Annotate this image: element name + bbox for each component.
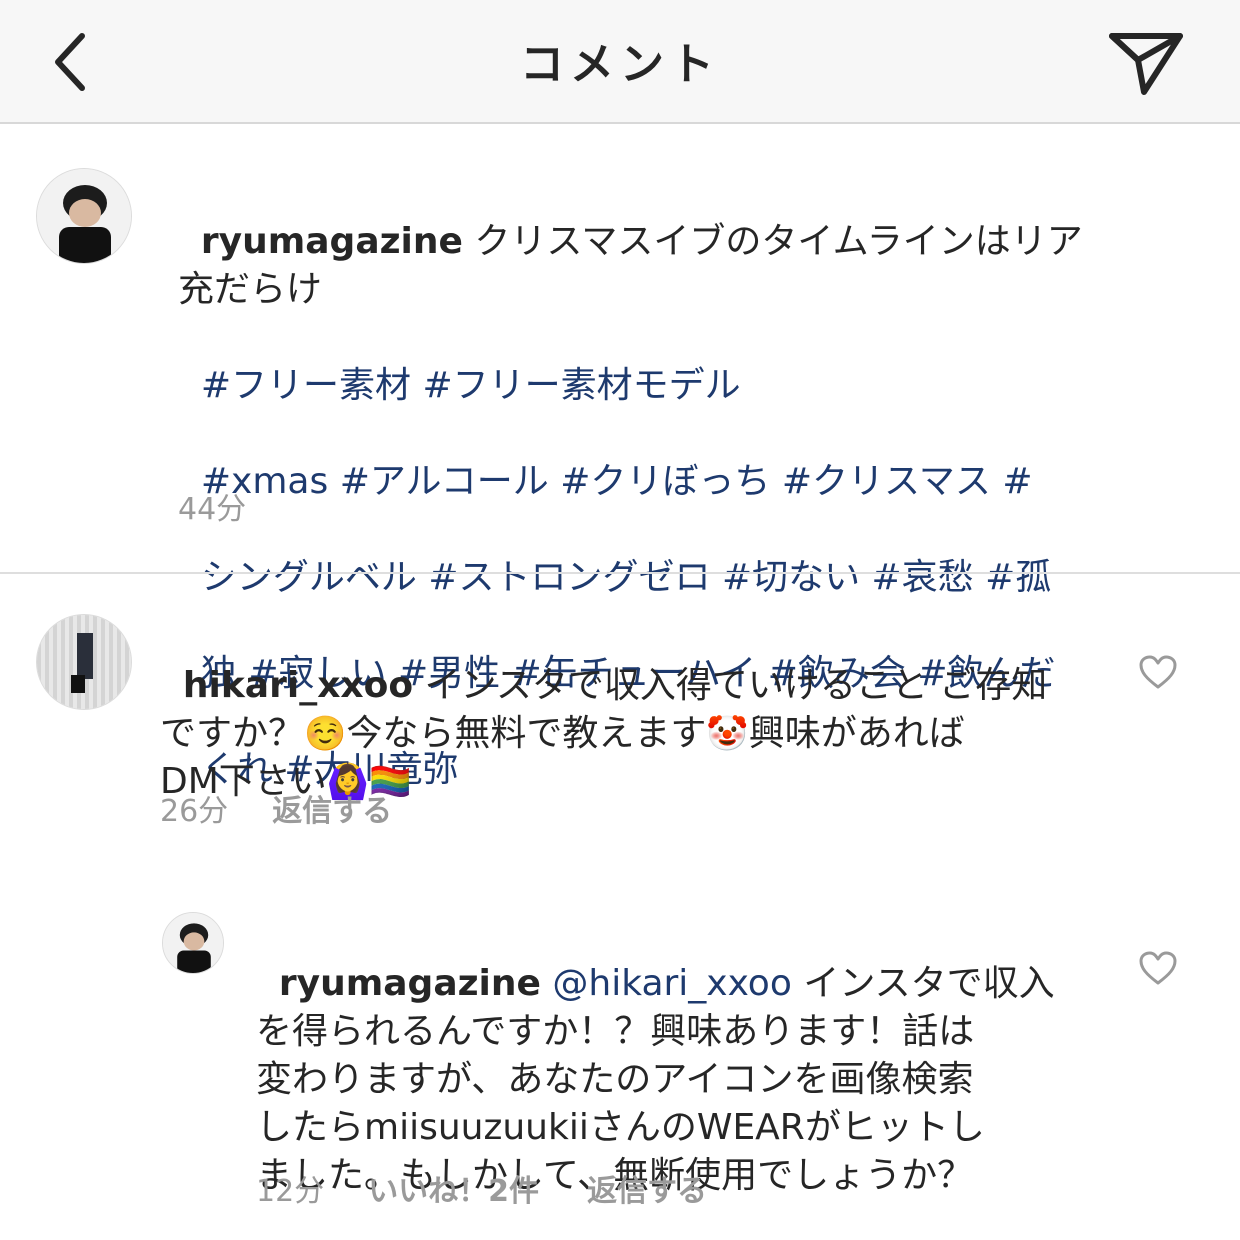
mention-link[interactable]: @hikari_xxoo — [552, 963, 791, 1004]
smiling-face-emoji: ☺️ — [304, 714, 347, 754]
reply-meta: 12分 いいね！2件 返信する — [256, 1166, 707, 1210]
caption-username[interactable]: ryumagazine — [201, 221, 463, 262]
avatar-image — [37, 615, 131, 709]
reply-body: 変わりますが、あなたのアイコンを画像検索 — [256, 1059, 974, 1100]
comment-body: ですか？ — [160, 713, 305, 754]
reply-body: インスタで収入 — [803, 963, 1055, 1004]
comment-username[interactable]: hikari_xxoo — [183, 665, 413, 706]
like-button[interactable] — [1138, 654, 1178, 690]
comment-body: 興味があれば — [748, 713, 965, 754]
comment-text: hikari_xxoo インスタで収入得ていけること ご存知ですか？☺️今なら無… — [160, 614, 1100, 806]
likes-count-link[interactable]: いいね！2件 — [368, 1174, 539, 1209]
heart-icon — [1139, 951, 1177, 985]
paper-plane-icon — [1109, 33, 1183, 95]
comment-time: 26分 — [160, 794, 229, 829]
reply-text: ryumagazine @hikari_xxoo インスタで収入を得られるんです… — [256, 912, 1096, 1200]
caption-meta: 44分 — [178, 484, 246, 528]
reply-button[interactable]: 返信する — [272, 794, 392, 829]
avatar-image — [37, 169, 131, 263]
clown-face-emoji: 🤡 — [706, 714, 749, 754]
caption-time: 44分 — [178, 492, 247, 527]
page-title: コメント — [520, 39, 720, 90]
avatar[interactable] — [36, 168, 132, 264]
top-bar: コメント — [0, 0, 1240, 124]
reply-button[interactable]: 返信する — [587, 1174, 707, 1209]
comment-meta: 26分 返信する — [160, 786, 392, 830]
comment-body: インスタで収入得ていけること ご存知 — [424, 665, 1048, 706]
share-button[interactable] — [1100, 22, 1190, 102]
caption-hashtags-3[interactable]: シングルベル #ストロングゼロ #切ない #哀愁 #孤 — [201, 557, 1051, 598]
caption-hashtags-2[interactable]: #xmas #アルコール #クリぼっち #クリスマス # — [201, 461, 1033, 502]
reply-time: 12分 — [256, 1174, 325, 1209]
divider — [0, 572, 1240, 574]
reply-body: したらmiisuuzuukiiさんのWEARがヒットし — [256, 1107, 985, 1148]
avatar[interactable] — [36, 614, 132, 710]
reply-body: を得られるんですか！？興味あります！話は — [256, 1011, 975, 1052]
heart-icon — [1139, 655, 1177, 689]
caption-hashtags-1[interactable]: #フリー素材 #フリー素材モデル — [201, 365, 741, 406]
like-button[interactable] — [1138, 950, 1178, 986]
reply-username[interactable]: ryumagazine — [279, 963, 541, 1004]
avatar[interactable] — [162, 912, 224, 974]
comment-body: 今なら無料で教えます — [346, 713, 707, 754]
avatar-image — [163, 913, 223, 973]
